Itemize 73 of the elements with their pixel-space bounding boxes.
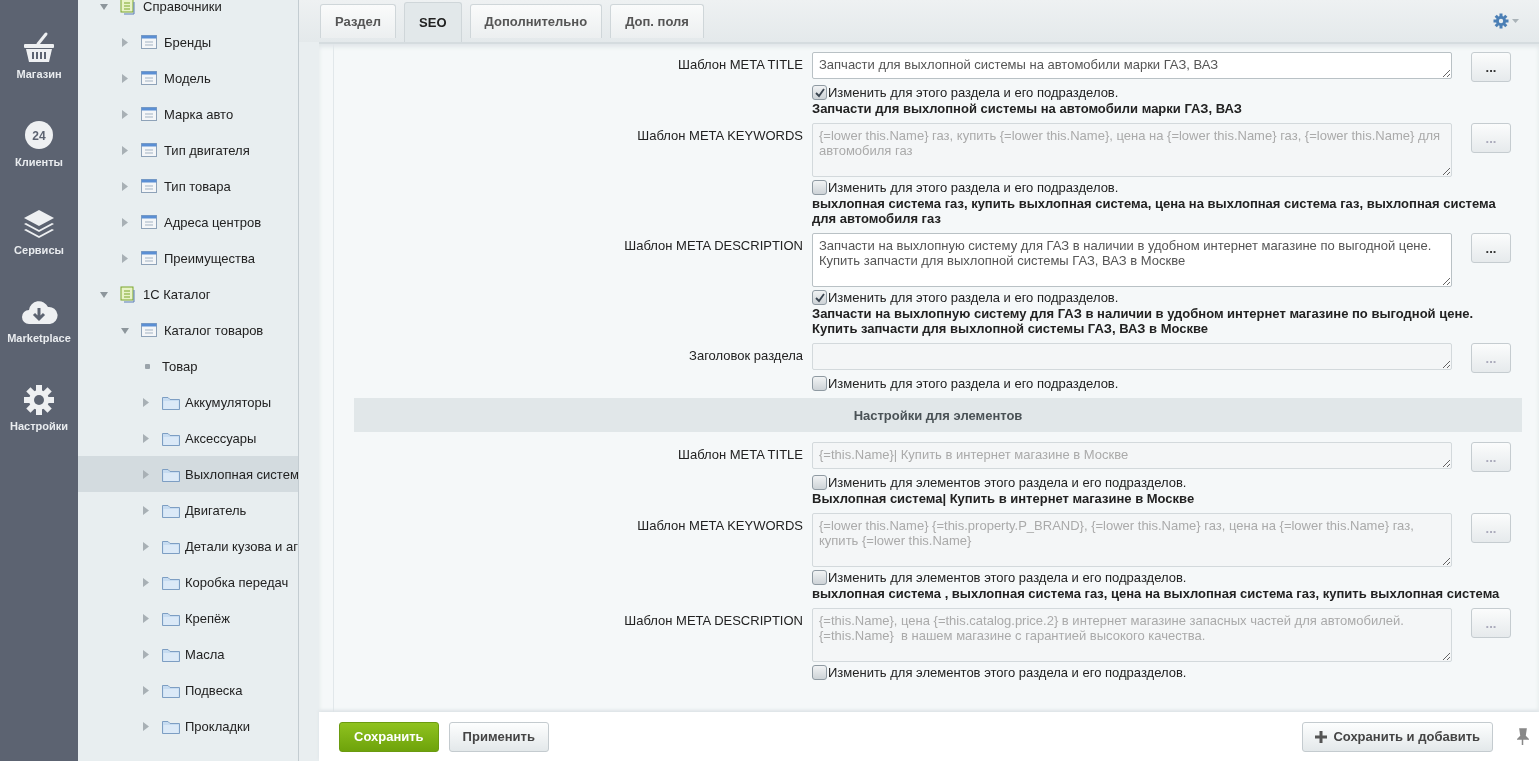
settings-button[interactable]: [1493, 13, 1519, 29]
tab[interactable]: Доп. поля: [610, 4, 704, 38]
section-heading: Настройки для элементов: [354, 398, 1522, 432]
apply-button[interactable]: Применить: [448, 721, 549, 752]
window-icon: [141, 177, 159, 195]
field-label: Шаблон META TITLE: [677, 56, 804, 74]
tree-item[interactable]: Выхлопная систем: [78, 456, 298, 492]
tree-item[interactable]: Коробка передач: [78, 564, 298, 600]
tab[interactable]: Дополнительно: [469, 4, 603, 38]
window-icon: [141, 33, 159, 51]
tree-item[interactable]: Бренды: [78, 24, 298, 60]
tab[interactable]: Раздел: [320, 4, 397, 38]
pin-icon[interactable]: [1517, 727, 1529, 746]
nav-item[interactable]: Настройки: [9, 382, 68, 470]
preview-text: выхлопная система газ, купить выхлопная система, цена на выхлопная система газ, выхлопная система для автомобиля газ: [812, 196, 1497, 226]
window-icon: [141, 213, 159, 231]
tree-item[interactable]: Адреса центров: [78, 204, 298, 240]
checkbox-label: Изменить для этого раздела и его подразделов.: [828, 376, 1119, 391]
document-icon: [120, 285, 138, 303]
caret-icon: [1512, 18, 1519, 24]
tree-item[interactable]: Преимущества: [78, 240, 298, 276]
template-button[interactable]: ...: [1471, 52, 1511, 82]
checkbox-label: Изменить для этого раздела и его подразделов.: [828, 290, 1119, 305]
plus-icon: [1315, 730, 1328, 743]
tree-item[interactable]: Детали кузова и аг: [78, 528, 298, 564]
checkbox-label: Изменить для элементов этого раздела и его подразделов.: [828, 665, 1187, 680]
field-label: Шаблон META KEYWORDS: [636, 127, 804, 145]
nav-item[interactable]: Магазин: [16, 30, 62, 118]
field-label: Шаблон META DESCRIPTION: [623, 612, 804, 630]
window-icon: [141, 69, 159, 87]
nav-item[interactable]: Сервисы: [14, 206, 64, 294]
window-icon: [141, 141, 159, 159]
preview-text: Запчасти на выхлопную систему для ГАЗ в наличии в удобном интернет магазине по выгодной цене. Купить запчасти для выхлопной системы ГАЗ, ВАЗ в Москве: [812, 306, 1475, 336]
field-label: Шаблон META DESCRIPTION: [623, 237, 804, 255]
tree-item[interactable]: Марка авто: [78, 96, 298, 132]
checkbox-label: Изменить для этого раздела и его подразделов.: [828, 180, 1119, 195]
field-label: Шаблон META TITLE: [677, 446, 804, 464]
tab[interactable]: SEO: [404, 2, 462, 42]
tree-item[interactable]: Модель: [78, 60, 298, 96]
tree-item[interactable]: Тип двигателя: [78, 132, 298, 168]
window-icon: [141, 321, 159, 339]
nav-item[interactable]: Marketplace: [7, 294, 71, 382]
tree-item[interactable]: Двигатель: [78, 492, 298, 528]
tree-item[interactable]: Крепёж: [78, 600, 298, 636]
settings-icon: [1493, 13, 1509, 29]
checkbox[interactable]: [812, 85, 827, 100]
preview-text: Выхлопная система| Купить в интернет магазине в Москве: [812, 491, 1196, 506]
tree-item[interactable]: Масла: [78, 636, 298, 672]
field-label: Шаблон META KEYWORDS: [636, 517, 804, 535]
nav-item[interactable]: 24 Клиенты: [15, 118, 63, 206]
tree-item[interactable]: Тип товара: [78, 168, 298, 204]
checkbox-label: Изменить для элементов этого раздела и его подразделов.: [828, 475, 1187, 490]
preview-text: выхлопная система , выхлопная система газ, цена на выхлопная система газ, купить выхлопная система: [812, 586, 1501, 601]
tree-item[interactable]: 1С Каталог: [78, 276, 298, 312]
template-button[interactable]: ...: [1471, 233, 1511, 263]
text-area[interactable]: Запчасти для выхлопной системы на автомобили марки ГАЗ, ВАЗ: [812, 52, 1452, 79]
window-icon: [141, 105, 159, 123]
field-label: Заголовок раздела: [688, 347, 804, 365]
tree-item[interactable]: Аккумуляторы: [78, 384, 298, 420]
tree-item[interactable]: Каталог товаров: [78, 312, 298, 348]
checkbox-label: Изменить для этого раздела и его подразделов.: [828, 85, 1119, 100]
tree-item[interactable]: Подвеска: [78, 672, 298, 708]
checkbox-label: Изменить для элементов этого раздела и его подразделов.: [828, 570, 1187, 585]
text-area[interactable]: Запчасти на выхлопную систему для ГАЗ в наличии в удобном интернет магазине по выгодной цене. Купить запчасти для выхлопной системы ГАЗ, ВАЗ в Москве: [812, 233, 1452, 287]
tree-item[interactable]: Прокладки: [78, 708, 298, 744]
tree-item[interactable]: Справочники: [78, 0, 298, 24]
tree-item[interactable]: Товар: [78, 348, 298, 384]
tree-item[interactable]: Аксессуары: [78, 420, 298, 456]
window-icon: [141, 249, 159, 267]
save-and-add-button[interactable]: Сохранить и добавить: [1302, 721, 1493, 752]
document-icon: [120, 0, 138, 15]
checkbox[interactable]: [812, 290, 827, 305]
preview-text: Запчасти для выхлопной системы на автомобили марки ГАЗ, ВАЗ: [812, 101, 1243, 116]
